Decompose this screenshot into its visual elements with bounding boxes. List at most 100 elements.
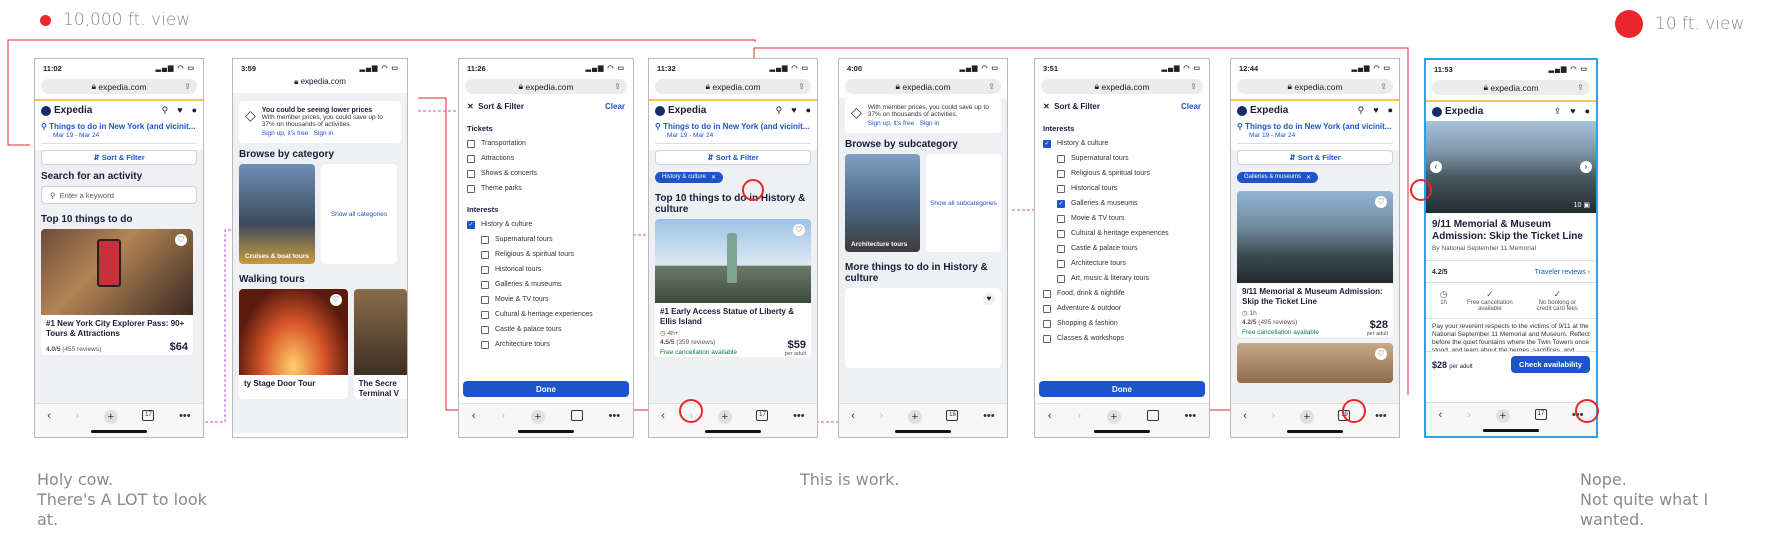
search-summary[interactable]: ⚲ Things to do in New York (and vicinit.…	[655, 122, 811, 144]
new-tab-icon[interactable]: +	[1106, 410, 1121, 424]
new-tab-icon[interactable]: +	[1495, 409, 1510, 423]
search-summary[interactable]: ⚲ Things to do in New York (and vicinit.…	[1237, 122, 1393, 144]
checkbox-checked-icon[interactable]: ✓	[467, 220, 475, 229]
url-bar[interactable]: 🔒︎ expedia.com ⇪	[1432, 80, 1590, 95]
filter-item[interactable]: Attractions	[459, 151, 633, 166]
url-bar[interactable]: 🔒︎ expedia.com ⇪	[845, 79, 1001, 94]
filter-item[interactable]: Religious & spiritual tours	[459, 247, 633, 262]
account-icon[interactable]: ●	[1388, 105, 1393, 116]
heart-icon[interactable]: ♡	[1375, 195, 1387, 208]
search-summary[interactable]: ⚲ Things to do in New York (and vicinit.…	[41, 122, 197, 144]
back-icon[interactable]: ‹	[1243, 410, 1247, 422]
active-filter-chip[interactable]: Galleries & museums ✕	[1237, 171, 1319, 183]
filter-item[interactable]: Cultural & heritage experiences	[1035, 226, 1209, 241]
expedia-logo[interactable]: Expedia	[41, 105, 92, 116]
activity-card[interactable]: ♡ #1 Early Access Statue of Liberty & El…	[655, 218, 811, 357]
share-icon[interactable]: ⇪	[988, 82, 995, 91]
filter-item[interactable]: Cultural & heritage experiences	[459, 307, 633, 322]
checkbox-icon[interactable]	[1057, 154, 1065, 163]
expedia-logo[interactable]: Expedia	[1237, 105, 1288, 116]
forward-icon[interactable]: ›	[880, 410, 884, 422]
filter-item[interactable]: Castle & palace tours	[459, 322, 633, 337]
tour-card[interactable]: The Secre Terminal V	[353, 289, 407, 399]
heart-icon[interactable]: ♥	[1373, 105, 1378, 116]
account-icon[interactable]: ●	[192, 105, 197, 116]
traveler-reviews-link[interactable]: Traveler reviews ›	[1535, 269, 1590, 276]
heart-icon[interactable]: ♥	[1570, 106, 1575, 117]
checkbox-icon[interactable]	[1057, 259, 1065, 268]
tabs-icon[interactable]: 18	[946, 410, 959, 421]
signin-link[interactable]: Sign in	[920, 120, 940, 127]
activity-card[interactable]: ♡	[1237, 342, 1393, 383]
forward-icon[interactable]: ›	[1467, 409, 1471, 421]
show-all-subcategories[interactable]: Show all subcategories	[926, 154, 1001, 252]
checkbox-icon[interactable]	[467, 169, 475, 178]
checkbox-icon[interactable]	[481, 325, 489, 334]
checkbox-icon[interactable]	[1057, 229, 1065, 238]
heart-icon[interactable]: ♡	[1375, 347, 1387, 360]
filter-item[interactable]: Food, drink & nightlife	[1035, 286, 1209, 301]
filter-item[interactable]: Movie & TV tours	[459, 292, 633, 307]
active-filter-chip[interactable]: History & culture ✕	[655, 171, 724, 183]
subcategory-architecture[interactable]: Architecture tours	[845, 154, 920, 252]
checkbox-icon[interactable]	[481, 235, 489, 244]
more-icon[interactable]: •••	[1185, 410, 1197, 422]
signup-link[interactable]: Sign up, it's free	[868, 120, 914, 127]
heart-icon[interactable]: ♥	[791, 105, 796, 116]
back-icon[interactable]: ‹	[1048, 410, 1052, 422]
chevron-right-icon[interactable]: ›	[1580, 161, 1592, 173]
keyword-input[interactable]: ⚲ Enter a keyword	[41, 186, 197, 204]
checkbox-checked-icon[interactable]: ✓	[1043, 139, 1051, 148]
url-bar[interactable]: 🔒︎ expedia.com	[233, 77, 407, 87]
filter-item[interactable]: Adventure & outdoor	[1035, 301, 1209, 316]
search-icon[interactable]: ⚲	[1358, 105, 1365, 116]
checkbox-icon[interactable]	[1043, 304, 1051, 313]
checkbox-icon[interactable]	[481, 280, 489, 289]
share-icon[interactable]: ⇪	[798, 82, 805, 91]
expedia-logo[interactable]: Expedia	[1432, 106, 1483, 117]
filter-history[interactable]: ✓ History & culture	[459, 217, 633, 232]
activity-card[interactable]: ♡ #1 New York City Explorer Pass: 90+ To…	[41, 229, 193, 355]
filter-item[interactable]: Movie & TV tours	[1035, 211, 1209, 226]
sort-filter-button[interactable]: ⇵ Sort & Filter	[655, 150, 811, 165]
signup-link[interactable]: Sign up, it's free	[262, 130, 308, 137]
url-bar[interactable]: 🔒︎ expedia.com ⇪	[655, 79, 811, 94]
checkbox-icon[interactable]	[1043, 334, 1051, 343]
check-availability-button[interactable]: Check availability	[1511, 356, 1590, 373]
filter-item[interactable]: Supernatural tours	[459, 232, 633, 247]
search-icon[interactable]: ⚲	[776, 105, 783, 116]
activity-card[interactable]: ♥	[845, 288, 1001, 368]
category-cruises[interactable]: Cruises & boat tours	[239, 164, 315, 264]
checkbox-icon[interactable]	[1057, 274, 1065, 283]
checkbox-icon[interactable]	[481, 265, 489, 274]
new-tab-icon[interactable]: +	[103, 410, 118, 424]
activity-card[interactable]: ♡ 9/11 Memorial & Museum Admission: Skip…	[1237, 190, 1393, 337]
heart-icon[interactable]: ♡	[175, 234, 187, 246]
more-icon[interactable]: •••	[983, 410, 995, 422]
search-icon[interactable]: ⚲	[162, 105, 169, 116]
checkbox-icon[interactable]	[1057, 169, 1065, 178]
share-icon[interactable]: ⇪	[1190, 82, 1197, 91]
close-icon[interactable]: ✕	[711, 174, 716, 181]
filter-history[interactable]: ✓ History & culture	[1035, 136, 1209, 151]
account-icon[interactable]: ●	[806, 105, 811, 116]
back-icon[interactable]: ‹	[472, 410, 476, 422]
new-tab-icon[interactable]: +	[907, 410, 922, 424]
checkbox-icon[interactable]	[1057, 184, 1065, 193]
expedia-logo[interactable]: Expedia	[655, 105, 706, 116]
checkbox-icon[interactable]	[481, 310, 489, 319]
checkbox-icon[interactable]	[481, 340, 489, 349]
signin-link[interactable]: Sign in	[314, 130, 334, 137]
filter-item[interactable]: Classes & workshops	[1035, 331, 1209, 346]
filter-item[interactable]: Supernatural tours	[1035, 151, 1209, 166]
url-bar[interactable]: 🔒︎ expedia.com ⇪	[1041, 79, 1203, 94]
back-icon[interactable]: ‹	[47, 410, 51, 422]
close-icon[interactable]: ✕	[1043, 102, 1054, 111]
tabs-icon[interactable]	[1146, 410, 1159, 421]
filter-item[interactable]: Transportation	[459, 136, 633, 151]
share-icon[interactable]: ⇪	[1380, 82, 1387, 91]
filter-item[interactable]: Shows & concerts	[459, 166, 633, 181]
new-tab-icon[interactable]: +	[530, 410, 545, 424]
filter-item[interactable]: Religious & spiritual tours	[1035, 166, 1209, 181]
clear-button[interactable]: Clear	[605, 102, 625, 111]
